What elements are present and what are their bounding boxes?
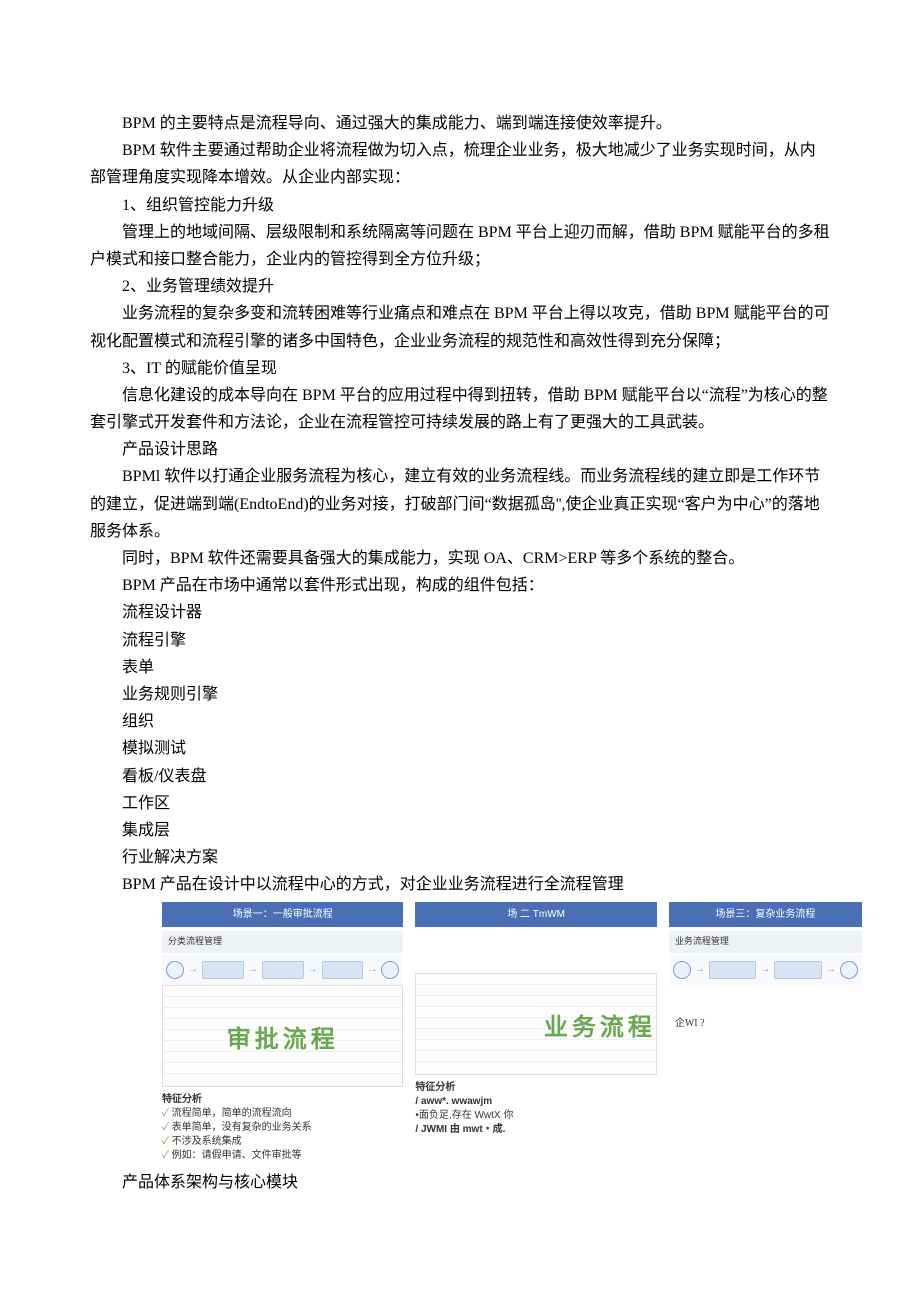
list-item: 3、IT 的赋能价值呈现 <box>90 355 830 382</box>
analysis-block: 特征分析 流程简单，简单的流程流向 表单简单，没有复杂的业务关系 不涉及系统集成… <box>162 1093 403 1163</box>
list-item: 1、组织管控能力升级 <box>90 192 830 219</box>
component-item: 流程引擎 <box>90 627 830 654</box>
scenario-big-label: 审批流程 <box>163 1020 402 1061</box>
analysis-item: 不涉及系统集成 <box>162 1135 403 1149</box>
scenario-body: 企WI ? <box>669 985 862 1032</box>
flow-diagram: → → → → <box>162 955 403 985</box>
flow-step <box>202 961 244 979</box>
scenario-title: 场景一：一般审批流程 <box>162 902 403 927</box>
figure-scenarios: 场景一：一般审批流程 分类流程管理 → → → → 审批流程 <box>162 902 862 1162</box>
paragraph: BPM 产品在市场中通常以套件形式出现，构成的组件包括： <box>90 572 830 599</box>
analysis-item: •面负足,存在 WwtX 你 <box>415 1109 656 1123</box>
paragraph: BPM 的主要特点是流程导向、通过强大的集成能力、端到端连接使效率提升。 <box>90 110 830 137</box>
list-item: 2、业务管理绩效提升 <box>90 273 830 300</box>
flow-end-icon <box>840 961 858 979</box>
scenario-body: 审批流程 <box>162 985 403 1087</box>
arrow-icon: → <box>826 961 836 978</box>
section-heading: 产品设计思路 <box>90 436 830 463</box>
paragraph: BPMl 软件以打通企业服务流程为核心，建立有效的业务流程线。而业务流程线的建立… <box>90 463 830 545</box>
analysis-item: / JWMI 由 mwt・成. <box>415 1123 656 1137</box>
arrow-icon: → <box>308 961 318 978</box>
paragraph: 业务流程的复杂多变和流转困难等行业痛点和难点在 BPM 平台上得以攻克，借助 B… <box>90 300 830 354</box>
component-item: 表单 <box>90 654 830 681</box>
scenario-title: 场 二 TmWM <box>415 902 656 927</box>
flow-step <box>262 961 304 979</box>
scenario-body-text: 企WI ? <box>675 1018 705 1029</box>
arrow-icon: → <box>695 961 705 978</box>
arrow-icon: → <box>188 961 198 978</box>
paragraph: 管理上的地域间隔、层级限制和系统隔离等问题在 BPM 平台上迎刃而解，借助 BP… <box>90 219 830 273</box>
document-page: BPM 的主要特点是流程导向、通过强大的集成能力、端到端连接使效率提升。 BPM… <box>0 0 920 1256</box>
flow-start-icon <box>673 961 691 979</box>
paragraph: BPM 软件主要通过帮助企业将流程做为切入点，梳理企业业务，极大地减少了业务实现… <box>90 137 830 191</box>
flow-end-icon <box>381 961 399 979</box>
flow-step <box>709 961 757 979</box>
component-item: 组织 <box>90 708 830 735</box>
flow-step <box>322 961 364 979</box>
paragraph: 信息化建设的成本导向在 BPM 平台的应用过程中得到扭转，借助 BPM 赋能平台… <box>90 382 830 436</box>
scenario-card-3: 场景三：复杂业务流程 业务流程管理 → → → 企WI ? <box>669 902 862 1162</box>
scenario-subbar: 业务流程管理 <box>669 931 862 952</box>
component-item: 工作区 <box>90 790 830 817</box>
component-item: 业务规则引擎 <box>90 681 830 708</box>
component-item: 看板/仪表盘 <box>90 763 830 790</box>
scenario-card-1: 场景一：一般审批流程 分类流程管理 → → → → 审批流程 <box>162 902 403 1162</box>
section-heading: 产品体系架构与核心模块 <box>90 1169 830 1196</box>
scenario-card-2: 场 二 TmWM 业务流程 特征分析 / aww*. wwawjm •面负足,存… <box>415 902 656 1162</box>
component-item: 流程设计器 <box>90 599 830 626</box>
arrow-icon: → <box>367 961 377 978</box>
component-item: 集成层 <box>90 817 830 844</box>
flow-start-icon <box>166 961 184 979</box>
analysis-item: 流程简单，简单的流程流向 <box>162 1107 403 1121</box>
paragraph: BPM 产品在设计中以流程中心的方式，对企业业务流程进行全流程管理 <box>90 871 830 898</box>
flow-diagram: → → → <box>669 955 862 985</box>
scenario-subbar: 分类流程管理 <box>162 931 403 952</box>
analysis-title: 特征分析 <box>415 1081 656 1095</box>
arrow-icon: → <box>760 961 770 978</box>
analysis-block: 特征分析 / aww*. wwawjm •面负足,存在 WwtX 你 / JWM… <box>415 1081 656 1137</box>
component-item: 行业解决方案 <box>90 844 830 871</box>
scenario-title: 场景三：复杂业务流程 <box>669 902 862 927</box>
analysis-item: 例如：请假申请、文件审批等 <box>162 1149 403 1163</box>
scenario-big-label: 业务流程 <box>416 1008 656 1049</box>
analysis-item: 表单简单，没有复杂的业务关系 <box>162 1121 403 1135</box>
analysis-title: 特征分析 <box>162 1093 403 1107</box>
scenario-body: 业务流程 <box>415 973 656 1075</box>
arrow-icon: → <box>248 961 258 978</box>
analysis-item: / aww*. wwawjm <box>415 1095 656 1109</box>
component-item: 模拟测试 <box>90 735 830 762</box>
paragraph: 同时，BPM 软件还需要具备强大的集成能力，实现 OA、CRM>ERP 等多个系… <box>90 545 830 572</box>
flow-step <box>774 961 822 979</box>
